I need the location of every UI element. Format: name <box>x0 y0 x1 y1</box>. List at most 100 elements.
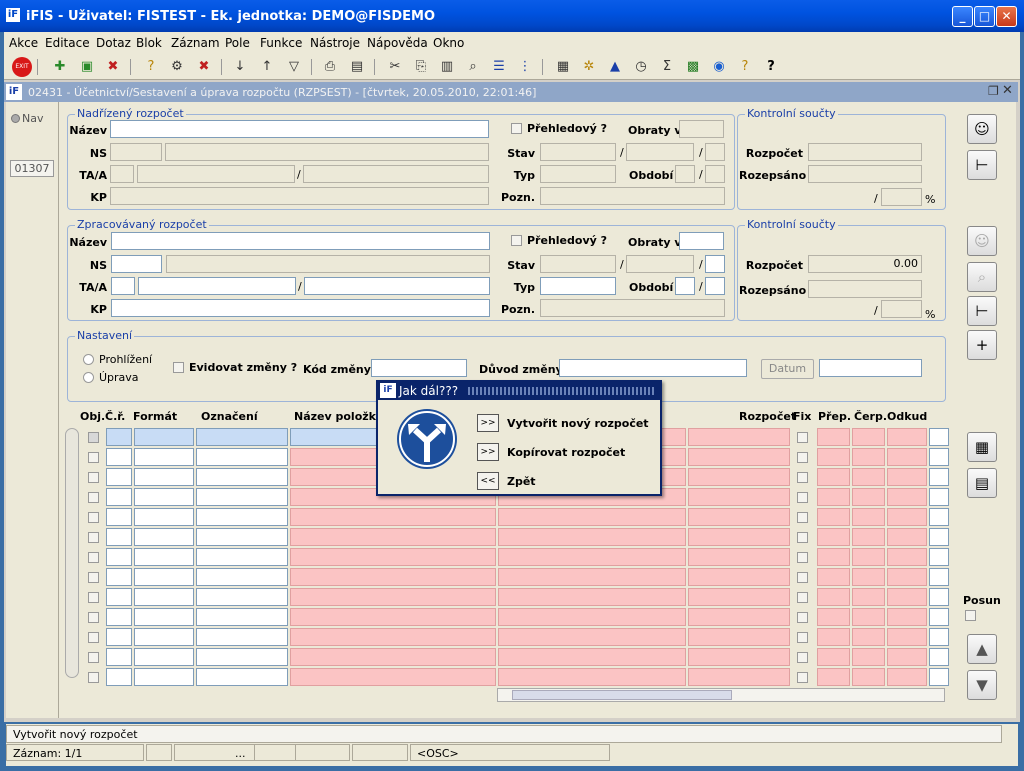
grid-cell-prep[interactable] <box>817 428 850 446</box>
datum-field[interactable] <box>819 359 922 377</box>
grid-cell-cerp[interactable] <box>852 568 885 586</box>
zpracovavany-stav3-field[interactable] <box>705 255 725 273</box>
grid-cell-oznaceni[interactable] <box>196 528 288 546</box>
form-close-icon[interactable]: ✕ <box>1002 83 1013 98</box>
zpracovavany-a-field[interactable] <box>138 277 296 295</box>
save-icon[interactable]: ▣ <box>77 57 97 77</box>
menu-funkce[interactable]: Funkce <box>260 36 302 50</box>
evidovat-checkbox[interactable] <box>173 362 184 373</box>
grid-cell-cr[interactable] <box>106 568 132 586</box>
prohlizeni-radio[interactable] <box>83 354 94 365</box>
grid-cell-popis[interactable] <box>498 588 686 606</box>
grid-cell-extra[interactable] <box>929 588 949 606</box>
nadrizeny-ns-code[interactable] <box>110 143 162 161</box>
calculator-icon[interactable]: ▤ <box>967 468 997 498</box>
grid-cell-cr[interactable] <box>106 528 132 546</box>
grid-cell-fix[interactable] <box>797 672 808 683</box>
grid-cell-extra[interactable] <box>929 448 949 466</box>
grid-cell-odkud[interactable] <box>887 668 927 686</box>
grid-cell-obj[interactable] <box>88 452 99 463</box>
datum-button[interactable]: Datum <box>761 359 814 379</box>
grid-cell-oznaceni[interactable] <box>196 588 288 606</box>
grid-cell-extra[interactable] <box>929 668 949 686</box>
kontrol1-rozepsano-field[interactable] <box>808 165 922 183</box>
nadrizeny-prehledovy-checkbox[interactable] <box>511 123 522 134</box>
grid-cell-cr[interactable] <box>106 428 132 446</box>
grid-cell-prep[interactable] <box>817 508 850 526</box>
zpracovavany-ta-field[interactable] <box>111 277 135 295</box>
grid-cell-oznaceni[interactable] <box>196 548 288 566</box>
kontrol2-pct-field[interactable] <box>881 300 922 318</box>
grid-cell-prep[interactable] <box>817 648 850 666</box>
grid-cell-odkud[interactable] <box>887 588 927 606</box>
grid-cell-cerp[interactable] <box>852 628 885 646</box>
grid-cell-nazev[interactable] <box>290 528 496 546</box>
grid-cell-popis[interactable] <box>498 648 686 666</box>
grid-cell-cerp[interactable] <box>852 488 885 506</box>
sort-desc-icon[interactable]: ↑ <box>257 57 277 77</box>
grid-cell-odkud[interactable] <box>887 448 927 466</box>
tree-list-icon[interactable]: ⊢ <box>967 296 997 326</box>
cancel-query-icon[interactable]: ✖ <box>194 57 214 77</box>
grid-cell-fix[interactable] <box>797 612 808 623</box>
grid-cell-rozpocet[interactable] <box>688 468 790 486</box>
close-button[interactable]: ✕ <box>996 6 1017 27</box>
grid-cell-odkud[interactable] <box>887 548 927 566</box>
grid-cell-popis[interactable] <box>498 628 686 646</box>
nadrizeny-a2-field[interactable] <box>303 165 489 183</box>
grid-cell-popis[interactable] <box>498 668 686 686</box>
menu-pole[interactable]: Pole <box>225 36 250 50</box>
nadrizeny-obraty-field[interactable] <box>679 120 724 138</box>
execute-query-icon[interactable]: ⚙ <box>167 57 187 77</box>
grid-cell-prep[interactable] <box>817 608 850 626</box>
zpracovavany-kp-field[interactable] <box>111 299 490 317</box>
grid-cell-oznaceni[interactable] <box>196 568 288 586</box>
menu-akce[interactable]: Akce <box>9 36 38 50</box>
grid-cell-obj[interactable] <box>88 512 99 523</box>
grid-cell-rozpocet[interactable] <box>688 548 790 566</box>
grid-cell-nazev[interactable] <box>290 668 496 686</box>
grid-cell-extra[interactable] <box>929 548 949 566</box>
help-icon[interactable]: ? <box>761 57 781 77</box>
grid-cell-odkud[interactable] <box>887 568 927 586</box>
grid-cell-rozpocet[interactable] <box>688 448 790 466</box>
copy-icon[interactable]: ⎘ <box>411 57 431 77</box>
grid-cell-fix[interactable] <box>797 592 808 603</box>
grid-cell-cerp[interactable] <box>852 448 885 466</box>
grid-cell-cr[interactable] <box>106 668 132 686</box>
menu-blok[interactable]: Blok <box>136 36 162 50</box>
zpracovavany-typ-field[interactable] <box>540 277 616 295</box>
print-preview-icon[interactable]: ▤ <box>347 57 367 77</box>
menu-napoveda[interactable]: Nápověda <box>367 36 428 50</box>
list-icon[interactable]: ☰ <box>489 57 509 77</box>
grid-cell-popis[interactable] <box>498 508 686 526</box>
grid-cell-rozpocet[interactable] <box>688 428 790 446</box>
help-context-icon[interactable]: ? <box>735 57 755 77</box>
cut-icon[interactable]: ✂ <box>385 57 405 77</box>
find-icon[interactable]: ⌕ <box>463 57 483 77</box>
grid-cell-odkud[interactable] <box>887 488 927 506</box>
hscroll-thumb[interactable] <box>512 690 732 700</box>
zpracovavany-obraty-field[interactable] <box>679 232 724 250</box>
grid-cell-fix[interactable] <box>797 512 808 523</box>
grid-cell-cr[interactable] <box>106 488 132 506</box>
grid-cell-extra[interactable] <box>929 428 949 446</box>
grid-hscrollbar[interactable] <box>497 688 945 702</box>
grid-cell-extra[interactable] <box>929 628 949 646</box>
grid-cell-nazev[interactable] <box>290 628 496 646</box>
grid-cell-cr[interactable] <box>106 548 132 566</box>
zpracovavany-stav-field[interactable] <box>540 255 616 273</box>
zpracovavany-obdobi2-field[interactable] <box>705 277 725 295</box>
grid-cell-nazev[interactable] <box>290 548 496 566</box>
grid-cell-rozpocet[interactable] <box>688 628 790 646</box>
grid-cell-cr[interactable] <box>106 588 132 606</box>
grid-cell-oznaceni[interactable] <box>196 608 288 626</box>
zpracovavany-prehledovy-checkbox[interactable] <box>511 235 522 246</box>
grid-cell-popis[interactable] <box>498 548 686 566</box>
grid-cell-prep[interactable] <box>817 468 850 486</box>
grid-cell-oznaceni[interactable] <box>196 508 288 526</box>
paste-icon[interactable]: ▥ <box>437 57 457 77</box>
grid-cell-odkud[interactable] <box>887 608 927 626</box>
calendar-button-icon[interactable]: ▦ <box>967 432 997 462</box>
grid-cell-cerp[interactable] <box>852 508 885 526</box>
